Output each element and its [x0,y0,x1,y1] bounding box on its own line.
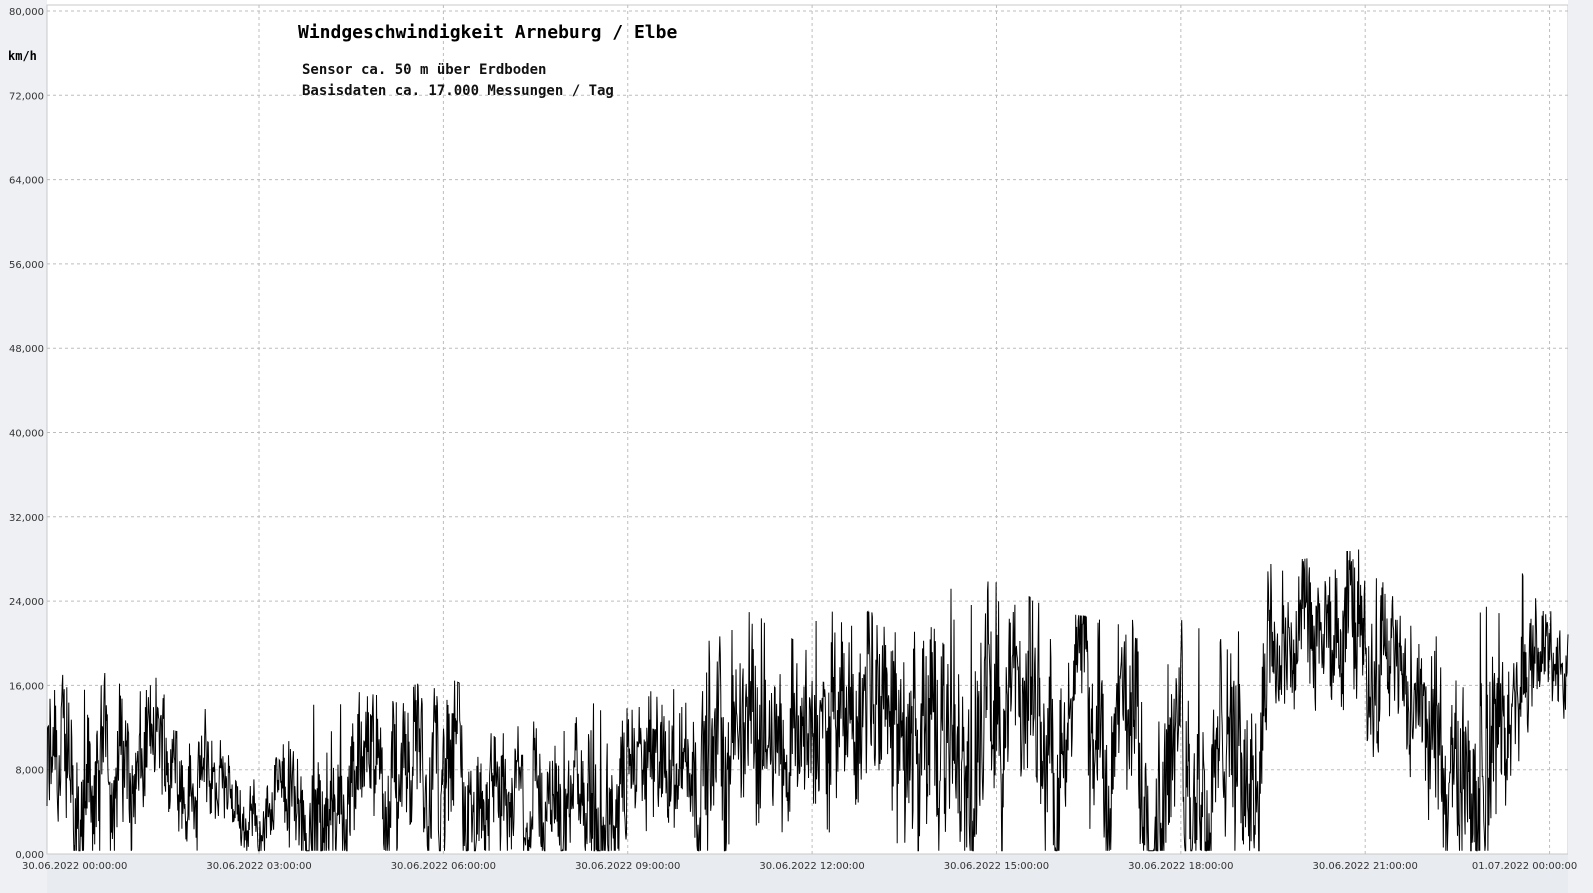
x-tick-label: 30.06.2022 15:00:00 [944,861,1049,872]
y-tick-label: 8,000 [15,766,44,777]
x-tick-label: 30.06.2022 06:00:00 [391,861,496,872]
y-axis-unit-label: km/h [8,49,37,63]
y-tick-label: 40,000 [9,429,44,440]
wind-speed-chart: 0,000 8,000 16,000 24,000 32,000 40,000 48,000… [0,0,1593,893]
x-tick-label: 30.06.2022 03:00:00 [206,861,311,872]
chart-subtitle-line-1: Sensor ca. 50 m über Erdboden [302,62,546,78]
plot-area [46,4,1569,855]
x-tick-label: 30.06.2022 18:00:00 [1128,861,1233,872]
chart-title: Windgeschwindigkeit Arneburg / Elbe [298,22,677,43]
y-tick-label: 48,000 [9,344,44,355]
y-tick-label: 16,000 [9,681,44,692]
y-tick-label: 56,000 [9,260,44,271]
x-tick-labels: 30.06.2022 00:00:00 30.06.2022 03:00:00 30… [22,861,1577,872]
y-tick-label: 24,000 [9,597,44,608]
y-tick-label: 80,000 [9,7,44,18]
right-edge [1568,0,1593,893]
y-tick-label: 32,000 [9,513,44,524]
x-tick-label: 30.06.2022 21:00:00 [1313,861,1418,872]
x-tick-label: 30.06.2022 12:00:00 [759,861,864,872]
y-tick-label: 0,000 [15,850,44,861]
x-tick-label: 01.07.2022 00:00:00 [1472,861,1577,872]
bottom-margin [0,854,1593,893]
x-tick-label: 30.06.2022 09:00:00 [575,861,680,872]
x-tick-label: 30.06.2022 00:00:00 [22,861,127,872]
y-tick-label: 72,000 [9,91,44,102]
chart-subtitle-line-2: Basisdaten ca. 17.000 Messungen / Tag [302,83,614,99]
left-panel [0,0,47,893]
y-tick-label: 64,000 [9,176,44,187]
